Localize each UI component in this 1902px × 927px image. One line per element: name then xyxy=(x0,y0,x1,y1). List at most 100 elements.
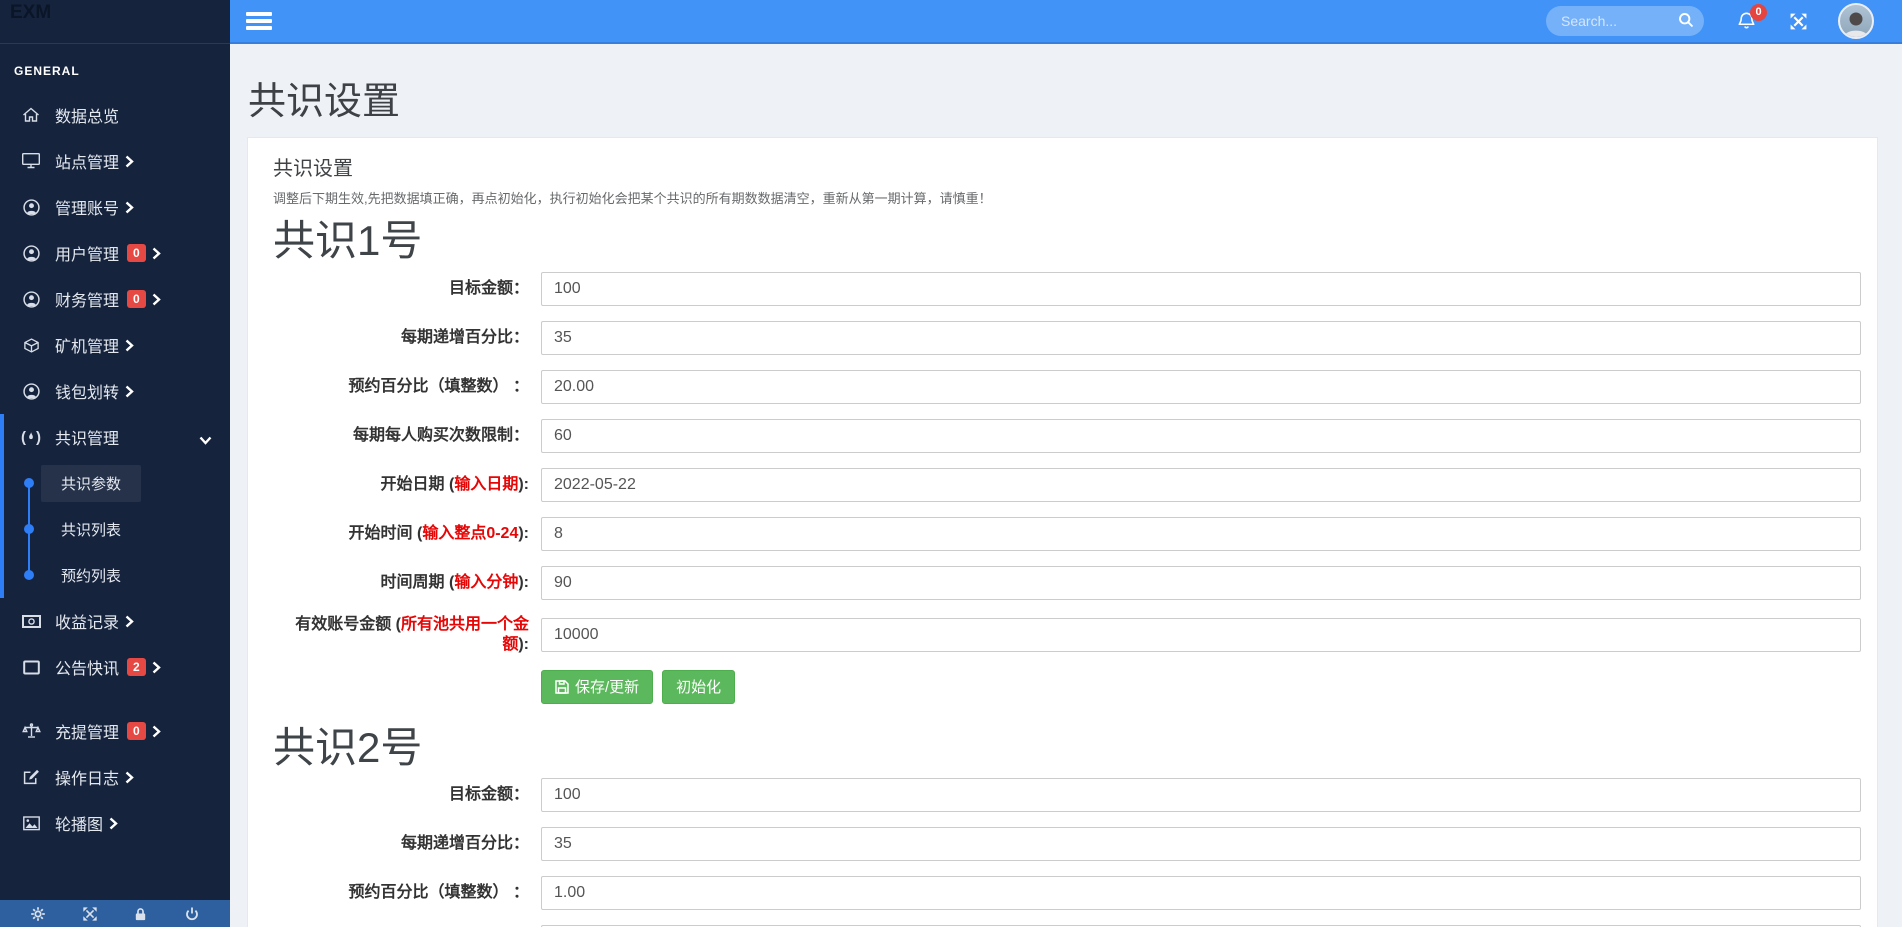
save-update-button[interactable]: 保存/更新 xyxy=(541,669,654,704)
home-icon xyxy=(20,107,42,123)
avatar[interactable] xyxy=(1838,3,1874,39)
consensus-submenu: 共识参数 共识列表 预约列表 xyxy=(4,460,230,598)
form-row: 预约百分比（填整数） ： xyxy=(273,876,1861,910)
target-amount-input[interactable] xyxy=(541,778,1861,812)
money-icon xyxy=(20,614,42,628)
subitem-label: 共识参数 xyxy=(41,464,142,502)
start-date-input[interactable] xyxy=(541,467,1861,502)
gear-icon[interactable] xyxy=(30,906,46,922)
fullscreen-icon[interactable] xyxy=(1789,12,1808,31)
chevron-right-icon xyxy=(152,247,161,260)
sidebar-item-operation-logs[interactable]: 操作日志 xyxy=(0,754,230,800)
initialize-button[interactable]: 初始化 xyxy=(662,669,736,704)
form-label: 开始时间 (输入整点0-24): xyxy=(348,524,529,542)
chevron-right-icon xyxy=(152,725,161,738)
sidebar-item-site-management[interactable]: 站点管理 xyxy=(0,138,230,184)
sidebar-item-label: 站点管理 xyxy=(55,155,120,172)
sidebar-item-user-management[interactable]: 用户管理 0 xyxy=(0,230,230,276)
form-label: 预约百分比（填整数） ： xyxy=(348,884,529,901)
sidebar-item-label: 用户管理 xyxy=(55,247,120,264)
sidebar-item-finance-management[interactable]: 财务管理 0 xyxy=(0,276,230,322)
topbar: 0 xyxy=(230,0,1902,44)
image-icon xyxy=(20,815,42,831)
chevron-right-icon xyxy=(125,615,134,628)
form-row: 每期递增百分比： xyxy=(273,827,1861,861)
sidebar-item-label: 数据总览 xyxy=(55,109,120,126)
form-label: 每期递增百分比： xyxy=(400,328,529,346)
notifications-bell-icon[interactable]: 0 xyxy=(1736,3,1767,32)
flame-parens-icon: () xyxy=(21,428,41,446)
button-row: 保存/更新 初始化 xyxy=(541,669,1861,704)
sidebar-item-label: 管理账号 xyxy=(55,201,120,218)
search-icon[interactable] xyxy=(1678,12,1694,28)
subitem-label: 共识列表 xyxy=(61,521,122,539)
form-row: 有效账号金额 (所有池共用一个金额): xyxy=(273,615,1861,655)
page-content: 共识设置 共识设置 调整后下期生效,先把数据填正确，再点初始化，执行初始化会把某… xyxy=(230,44,1902,927)
sidebar-subitem-consensus-list[interactable]: 共识列表 xyxy=(4,506,230,552)
menu-toggle-icon[interactable] xyxy=(246,9,272,34)
count-badge: 0 xyxy=(127,722,146,740)
main-area: 0 共识设置 共识设置 调整后下期生效,先把数据填正确，再点初始化，执行初始化会… xyxy=(230,0,1902,927)
purchase-limit-input[interactable] xyxy=(541,418,1861,453)
user-circle-icon xyxy=(20,244,42,262)
target-amount-input[interactable] xyxy=(541,271,1861,306)
count-badge: 0 xyxy=(127,290,146,308)
sidebar-item-admin-accounts[interactable]: 管理账号 xyxy=(0,184,230,230)
consensus-menu-group: () 共识管理 共识参数 共识列表 预约列表 xyxy=(0,414,230,598)
expand-icon[interactable] xyxy=(82,906,98,922)
form-row: 每期递增百分比： xyxy=(273,320,1861,355)
section-heading-consensus-1: 共识1号 xyxy=(273,217,423,264)
increment-percent-input[interactable] xyxy=(541,827,1861,861)
reserve-percent-input[interactable] xyxy=(541,369,1861,404)
valid-account-amount-input[interactable] xyxy=(541,617,1861,652)
period-minutes-input[interactable] xyxy=(541,565,1861,600)
form-row: 预约百分比（填整数） ： xyxy=(273,369,1861,404)
start-hour-input[interactable] xyxy=(541,516,1861,551)
card-title: 共识设置 xyxy=(273,158,353,180)
sidebar-subitem-reservation-list[interactable]: 预约列表 xyxy=(4,552,230,598)
sidebar-item-label: 矿机管理 xyxy=(55,339,120,356)
form-label: 有效账号金额 (所有池共用一个金额): xyxy=(295,615,529,653)
sidebar-item-announcements[interactable]: 公告快讯 2 xyxy=(0,644,230,690)
sidebar-item-dashboard[interactable]: 数据总览 xyxy=(0,92,230,138)
form-label: 时间周期 (输入分钟): xyxy=(380,573,529,591)
sidebar-item-label: 钱包划转 xyxy=(55,385,120,402)
form-row: 时间周期 (输入分钟): xyxy=(273,565,1861,600)
chevron-right-icon xyxy=(152,293,161,306)
reserve-percent-input[interactable] xyxy=(541,876,1861,910)
sidebar-subitem-consensus-params[interactable]: 共识参数 xyxy=(4,460,230,506)
form-row: 目标金额： xyxy=(273,778,1861,812)
sidebar-item-label: 财务管理 xyxy=(55,293,120,310)
sidebar-item-income-records[interactable]: 收益记录 xyxy=(0,598,230,644)
window-icon xyxy=(20,660,42,675)
section-heading-consensus-2: 共识2号 xyxy=(273,723,423,771)
chevron-right-icon xyxy=(125,155,134,168)
form-label: 预约百分比（填整数） ： xyxy=(348,377,529,395)
power-icon[interactable] xyxy=(184,906,200,922)
sidebar-item-miner-management[interactable]: 矿机管理 xyxy=(0,322,230,368)
lock-icon[interactable] xyxy=(133,906,148,922)
sidebar-item-recharge-withdraw[interactable]: 充提管理 0 xyxy=(0,708,230,754)
chevron-right-icon xyxy=(152,661,161,674)
user-circle-icon xyxy=(20,382,42,400)
form-label: 每期每人购买次数限制： xyxy=(352,426,529,444)
card-subtitle: 调整后下期生效,先把数据填正确，再点初始化，执行初始化会把某个共识的所有期数数据… xyxy=(273,191,992,206)
count-badge: 0 xyxy=(127,244,146,262)
sidebar-item-wallet-transfer[interactable]: 钱包划转 xyxy=(0,368,230,414)
sidebar-item-carousel[interactable]: 轮播图 xyxy=(0,800,230,846)
chevron-right-icon xyxy=(125,771,134,784)
count-badge: 2 xyxy=(127,658,146,676)
app-root: EXM GENERAL 数据总览 站点管理 管理账号 用户管理 0 财务管理 0 xyxy=(0,0,1902,927)
scale-icon xyxy=(20,723,42,739)
form-label: 目标金额： xyxy=(448,786,529,803)
chevron-down-icon xyxy=(199,432,212,450)
sidebar-item-consensus-management[interactable]: () 共识管理 xyxy=(4,414,230,460)
sidebar-item-label: 收益记录 xyxy=(55,615,120,632)
increment-percent-input[interactable] xyxy=(541,320,1861,355)
form-row: 开始时间 (输入整点0-24): xyxy=(273,516,1861,551)
chevron-right-icon xyxy=(109,817,118,830)
chevron-right-icon xyxy=(125,339,134,352)
edit-icon xyxy=(20,769,42,785)
sidebar-item-label: 共识管理 xyxy=(55,431,120,448)
form-label: 目标金额： xyxy=(448,279,529,297)
